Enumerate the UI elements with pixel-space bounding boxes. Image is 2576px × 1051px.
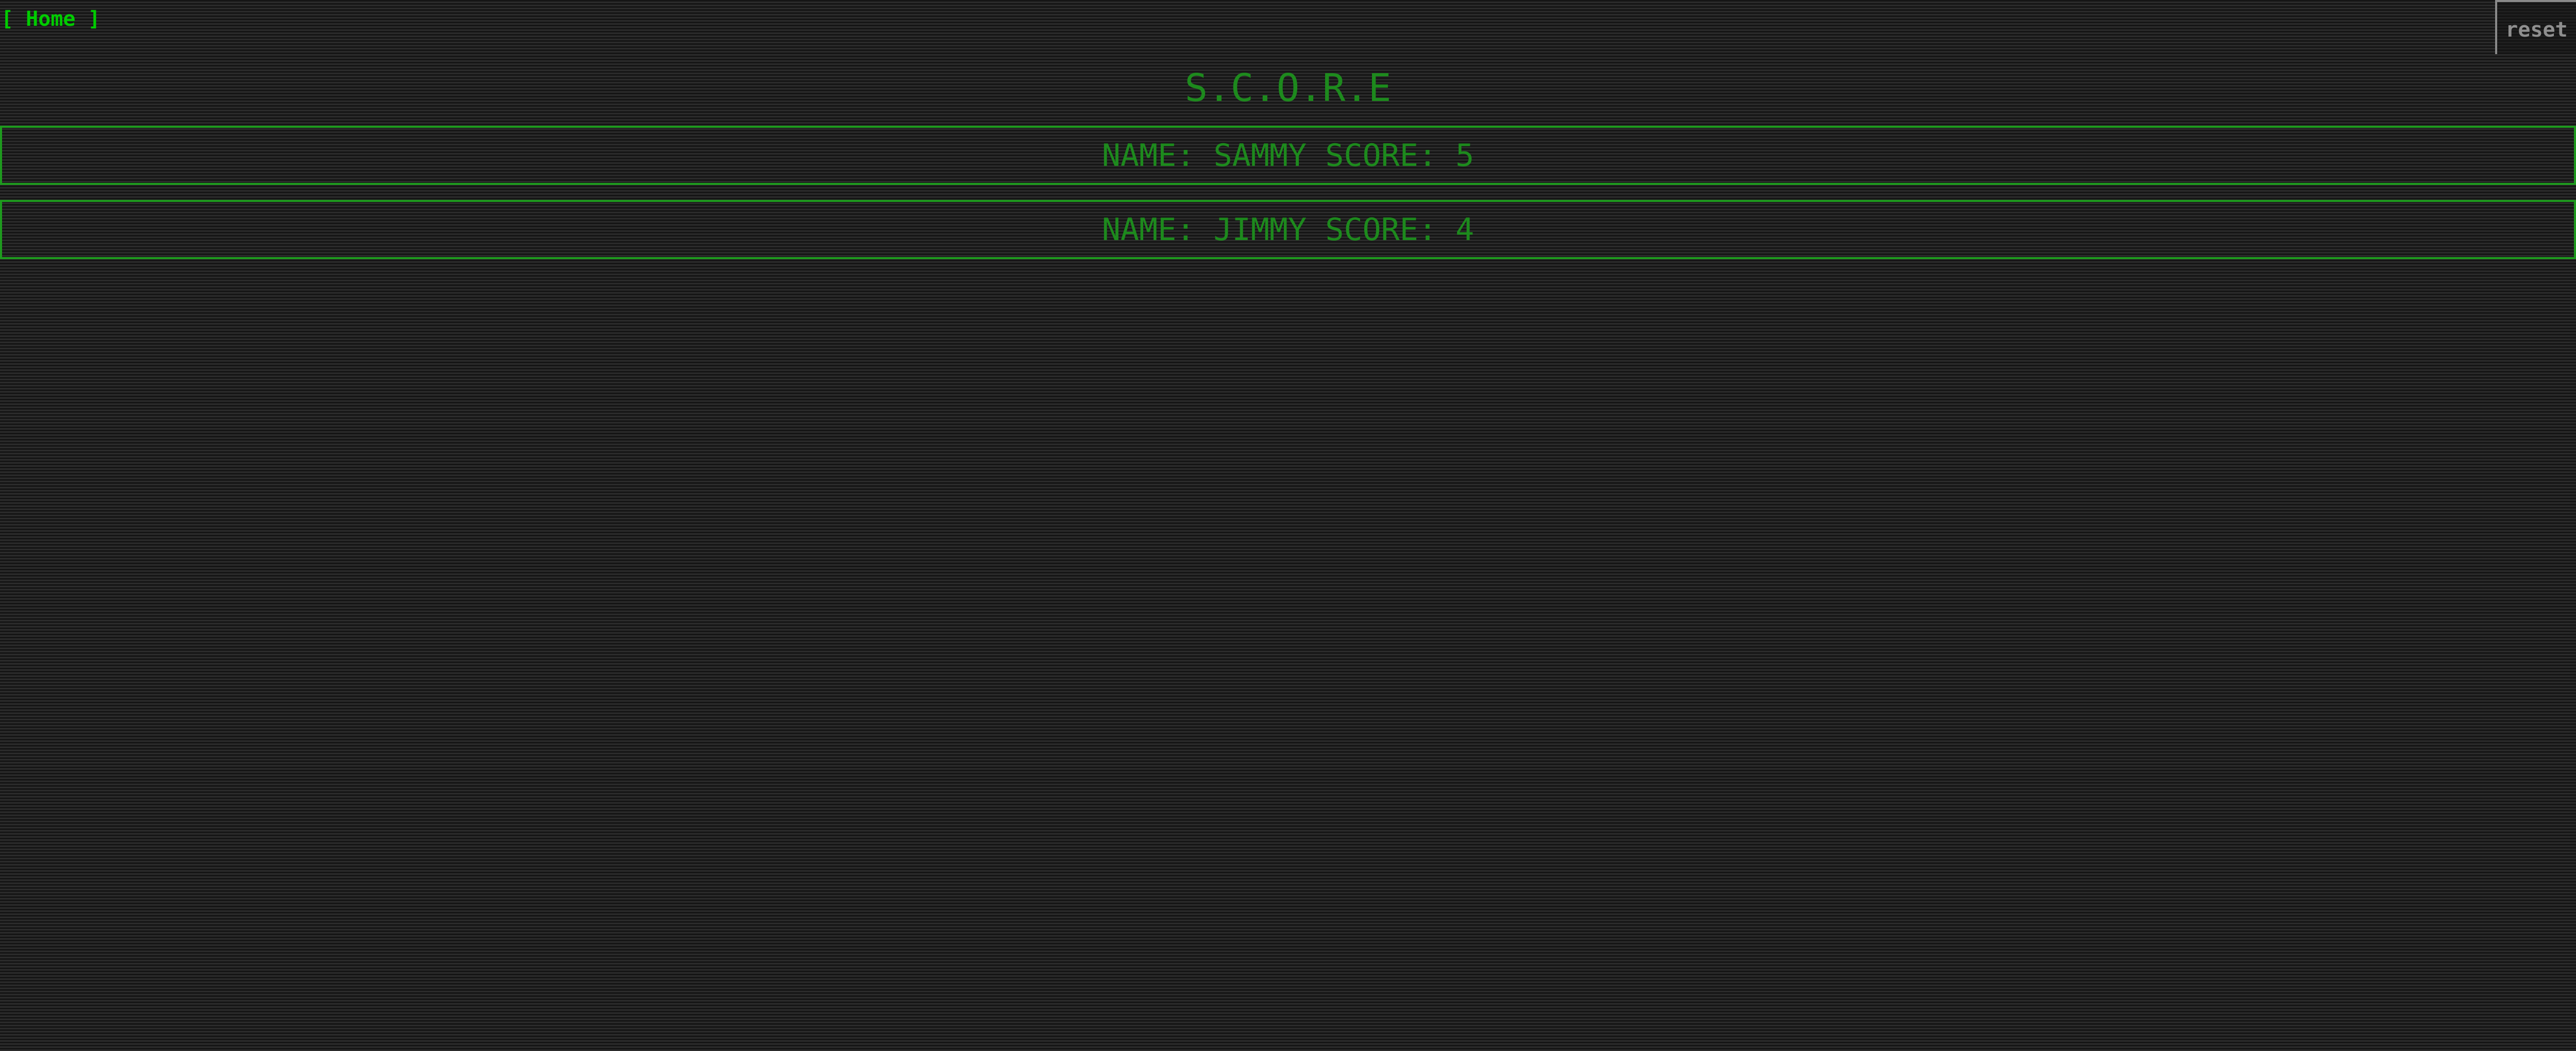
score-text: NAME: SAMMY SCORE: 5: [1101, 137, 1475, 174]
reset-button[interactable]: reset: [2495, 0, 2576, 54]
score-row: NAME: SAMMY SCORE: 5: [0, 126, 2576, 185]
home-link[interactable]: [ Home ]: [1, 7, 100, 31]
score-row: NAME: JIMMY SCORE: 4: [0, 200, 2576, 259]
score-text: NAME: JIMMY SCORE: 4: [1101, 211, 1475, 248]
page-title: S.C.O.R.E: [1184, 66, 1392, 110]
